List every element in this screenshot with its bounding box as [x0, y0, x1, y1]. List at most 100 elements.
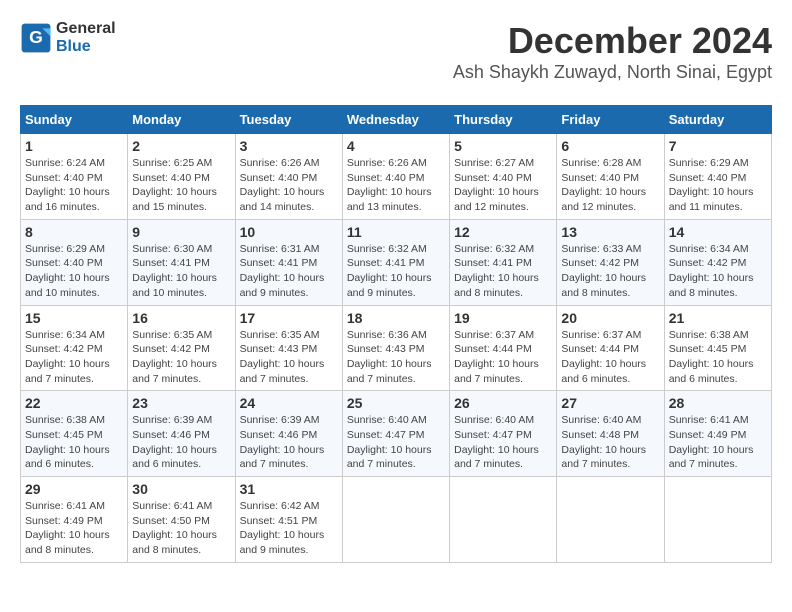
calendar-cell: 2 Sunrise: 6:25 AM Sunset: 4:40 PM Dayli… [128, 134, 235, 220]
day-info: Sunrise: 6:39 AM Sunset: 4:46 PM Dayligh… [240, 413, 338, 472]
day-number: 22 [25, 395, 123, 411]
day-number: 1 [25, 138, 123, 154]
day-info: Sunrise: 6:35 AM Sunset: 4:43 PM Dayligh… [240, 328, 338, 387]
day-number: 12 [454, 224, 552, 240]
calendar-cell: 14 Sunrise: 6:34 AM Sunset: 4:42 PM Dayl… [664, 219, 771, 305]
calendar-cell: 25 Sunrise: 6:40 AM Sunset: 4:47 PM Dayl… [342, 391, 449, 477]
day-info: Sunrise: 6:40 AM Sunset: 4:48 PM Dayligh… [561, 413, 659, 472]
calendar-cell: 4 Sunrise: 6:26 AM Sunset: 4:40 PM Dayli… [342, 134, 449, 220]
calendar-cell: 22 Sunrise: 6:38 AM Sunset: 4:45 PM Dayl… [21, 391, 128, 477]
day-info: Sunrise: 6:33 AM Sunset: 4:42 PM Dayligh… [561, 242, 659, 301]
day-info: Sunrise: 6:26 AM Sunset: 4:40 PM Dayligh… [240, 156, 338, 215]
day-info: Sunrise: 6:36 AM Sunset: 4:43 PM Dayligh… [347, 328, 445, 387]
calendar-cell: 9 Sunrise: 6:30 AM Sunset: 4:41 PM Dayli… [128, 219, 235, 305]
day-number: 18 [347, 310, 445, 326]
day-number: 30 [132, 481, 230, 497]
day-info: Sunrise: 6:40 AM Sunset: 4:47 PM Dayligh… [347, 413, 445, 472]
calendar-cell: 15 Sunrise: 6:34 AM Sunset: 4:42 PM Dayl… [21, 305, 128, 391]
day-number: 27 [561, 395, 659, 411]
day-info: Sunrise: 6:31 AM Sunset: 4:41 PM Dayligh… [240, 242, 338, 301]
weekday-header-friday: Friday [557, 106, 664, 134]
logo: G General Blue [20, 20, 116, 55]
calendar-cell: 20 Sunrise: 6:37 AM Sunset: 4:44 PM Dayl… [557, 305, 664, 391]
day-info: Sunrise: 6:34 AM Sunset: 4:42 PM Dayligh… [669, 242, 767, 301]
calendar-cell: 11 Sunrise: 6:32 AM Sunset: 4:41 PM Dayl… [342, 219, 449, 305]
calendar-cell: 24 Sunrise: 6:39 AM Sunset: 4:46 PM Dayl… [235, 391, 342, 477]
calendar-cell: 18 Sunrise: 6:36 AM Sunset: 4:43 PM Dayl… [342, 305, 449, 391]
calendar-cell: 3 Sunrise: 6:26 AM Sunset: 4:40 PM Dayli… [235, 134, 342, 220]
day-info: Sunrise: 6:30 AM Sunset: 4:41 PM Dayligh… [132, 242, 230, 301]
day-info: Sunrise: 6:38 AM Sunset: 4:45 PM Dayligh… [669, 328, 767, 387]
weekday-header-thursday: Thursday [450, 106, 557, 134]
day-info: Sunrise: 6:34 AM Sunset: 4:42 PM Dayligh… [25, 328, 123, 387]
calendar-cell: 10 Sunrise: 6:31 AM Sunset: 4:41 PM Dayl… [235, 219, 342, 305]
day-info: Sunrise: 6:28 AM Sunset: 4:40 PM Dayligh… [561, 156, 659, 215]
day-number: 13 [561, 224, 659, 240]
month-title: December 2024 [453, 20, 772, 62]
calendar-cell: 27 Sunrise: 6:40 AM Sunset: 4:48 PM Dayl… [557, 391, 664, 477]
logo-general: General [56, 20, 116, 37]
calendar-cell [664, 477, 771, 563]
day-number: 16 [132, 310, 230, 326]
day-info: Sunrise: 6:42 AM Sunset: 4:51 PM Dayligh… [240, 499, 338, 558]
calendar-cell [342, 477, 449, 563]
day-info: Sunrise: 6:41 AM Sunset: 4:50 PM Dayligh… [132, 499, 230, 558]
svg-text:G: G [29, 26, 43, 46]
location-title: Ash Shaykh Zuwayd, North Sinai, Egypt [453, 62, 772, 83]
day-number: 20 [561, 310, 659, 326]
day-info: Sunrise: 6:29 AM Sunset: 4:40 PM Dayligh… [25, 242, 123, 301]
day-number: 11 [347, 224, 445, 240]
calendar-cell: 30 Sunrise: 6:41 AM Sunset: 4:50 PM Dayl… [128, 477, 235, 563]
calendar-cell: 31 Sunrise: 6:42 AM Sunset: 4:51 PM Dayl… [235, 477, 342, 563]
day-number: 10 [240, 224, 338, 240]
calendar-cell [557, 477, 664, 563]
day-info: Sunrise: 6:41 AM Sunset: 4:49 PM Dayligh… [669, 413, 767, 472]
calendar-cell: 6 Sunrise: 6:28 AM Sunset: 4:40 PM Dayli… [557, 134, 664, 220]
day-number: 8 [25, 224, 123, 240]
day-number: 21 [669, 310, 767, 326]
day-number: 7 [669, 138, 767, 154]
logo-icon: G [20, 22, 52, 54]
weekday-header-monday: Monday [128, 106, 235, 134]
day-info: Sunrise: 6:40 AM Sunset: 4:47 PM Dayligh… [454, 413, 552, 472]
calendar-cell: 7 Sunrise: 6:29 AM Sunset: 4:40 PM Dayli… [664, 134, 771, 220]
day-number: 25 [347, 395, 445, 411]
day-info: Sunrise: 6:26 AM Sunset: 4:40 PM Dayligh… [347, 156, 445, 215]
calendar-table: SundayMondayTuesdayWednesdayThursdayFrid… [20, 105, 772, 563]
calendar-cell: 8 Sunrise: 6:29 AM Sunset: 4:40 PM Dayli… [21, 219, 128, 305]
calendar-cell: 1 Sunrise: 6:24 AM Sunset: 4:40 PM Dayli… [21, 134, 128, 220]
weekday-header-sunday: Sunday [21, 106, 128, 134]
day-info: Sunrise: 6:35 AM Sunset: 4:42 PM Dayligh… [132, 328, 230, 387]
day-info: Sunrise: 6:37 AM Sunset: 4:44 PM Dayligh… [454, 328, 552, 387]
day-number: 5 [454, 138, 552, 154]
calendar-cell: 29 Sunrise: 6:41 AM Sunset: 4:49 PM Dayl… [21, 477, 128, 563]
day-info: Sunrise: 6:39 AM Sunset: 4:46 PM Dayligh… [132, 413, 230, 472]
calendar-cell: 13 Sunrise: 6:33 AM Sunset: 4:42 PM Dayl… [557, 219, 664, 305]
day-number: 2 [132, 138, 230, 154]
day-info: Sunrise: 6:41 AM Sunset: 4:49 PM Dayligh… [25, 499, 123, 558]
day-info: Sunrise: 6:25 AM Sunset: 4:40 PM Dayligh… [132, 156, 230, 215]
day-number: 29 [25, 481, 123, 497]
day-number: 28 [669, 395, 767, 411]
day-info: Sunrise: 6:38 AM Sunset: 4:45 PM Dayligh… [25, 413, 123, 472]
day-info: Sunrise: 6:32 AM Sunset: 4:41 PM Dayligh… [454, 242, 552, 301]
day-info: Sunrise: 6:37 AM Sunset: 4:44 PM Dayligh… [561, 328, 659, 387]
day-number: 14 [669, 224, 767, 240]
calendar-cell [450, 477, 557, 563]
day-info: Sunrise: 6:29 AM Sunset: 4:40 PM Dayligh… [669, 156, 767, 215]
calendar-cell: 28 Sunrise: 6:41 AM Sunset: 4:49 PM Dayl… [664, 391, 771, 477]
day-number: 17 [240, 310, 338, 326]
title-section: December 2024 Ash Shaykh Zuwayd, North S… [453, 20, 772, 83]
day-number: 19 [454, 310, 552, 326]
day-info: Sunrise: 6:27 AM Sunset: 4:40 PM Dayligh… [454, 156, 552, 215]
day-number: 3 [240, 138, 338, 154]
calendar-cell: 12 Sunrise: 6:32 AM Sunset: 4:41 PM Dayl… [450, 219, 557, 305]
weekday-header-tuesday: Tuesday [235, 106, 342, 134]
calendar-cell: 16 Sunrise: 6:35 AM Sunset: 4:42 PM Dayl… [128, 305, 235, 391]
day-number: 4 [347, 138, 445, 154]
calendar-cell: 23 Sunrise: 6:39 AM Sunset: 4:46 PM Dayl… [128, 391, 235, 477]
day-number: 6 [561, 138, 659, 154]
calendar-cell: 5 Sunrise: 6:27 AM Sunset: 4:40 PM Dayli… [450, 134, 557, 220]
calendar-cell: 17 Sunrise: 6:35 AM Sunset: 4:43 PM Dayl… [235, 305, 342, 391]
logo-blue: Blue [56, 38, 91, 55]
